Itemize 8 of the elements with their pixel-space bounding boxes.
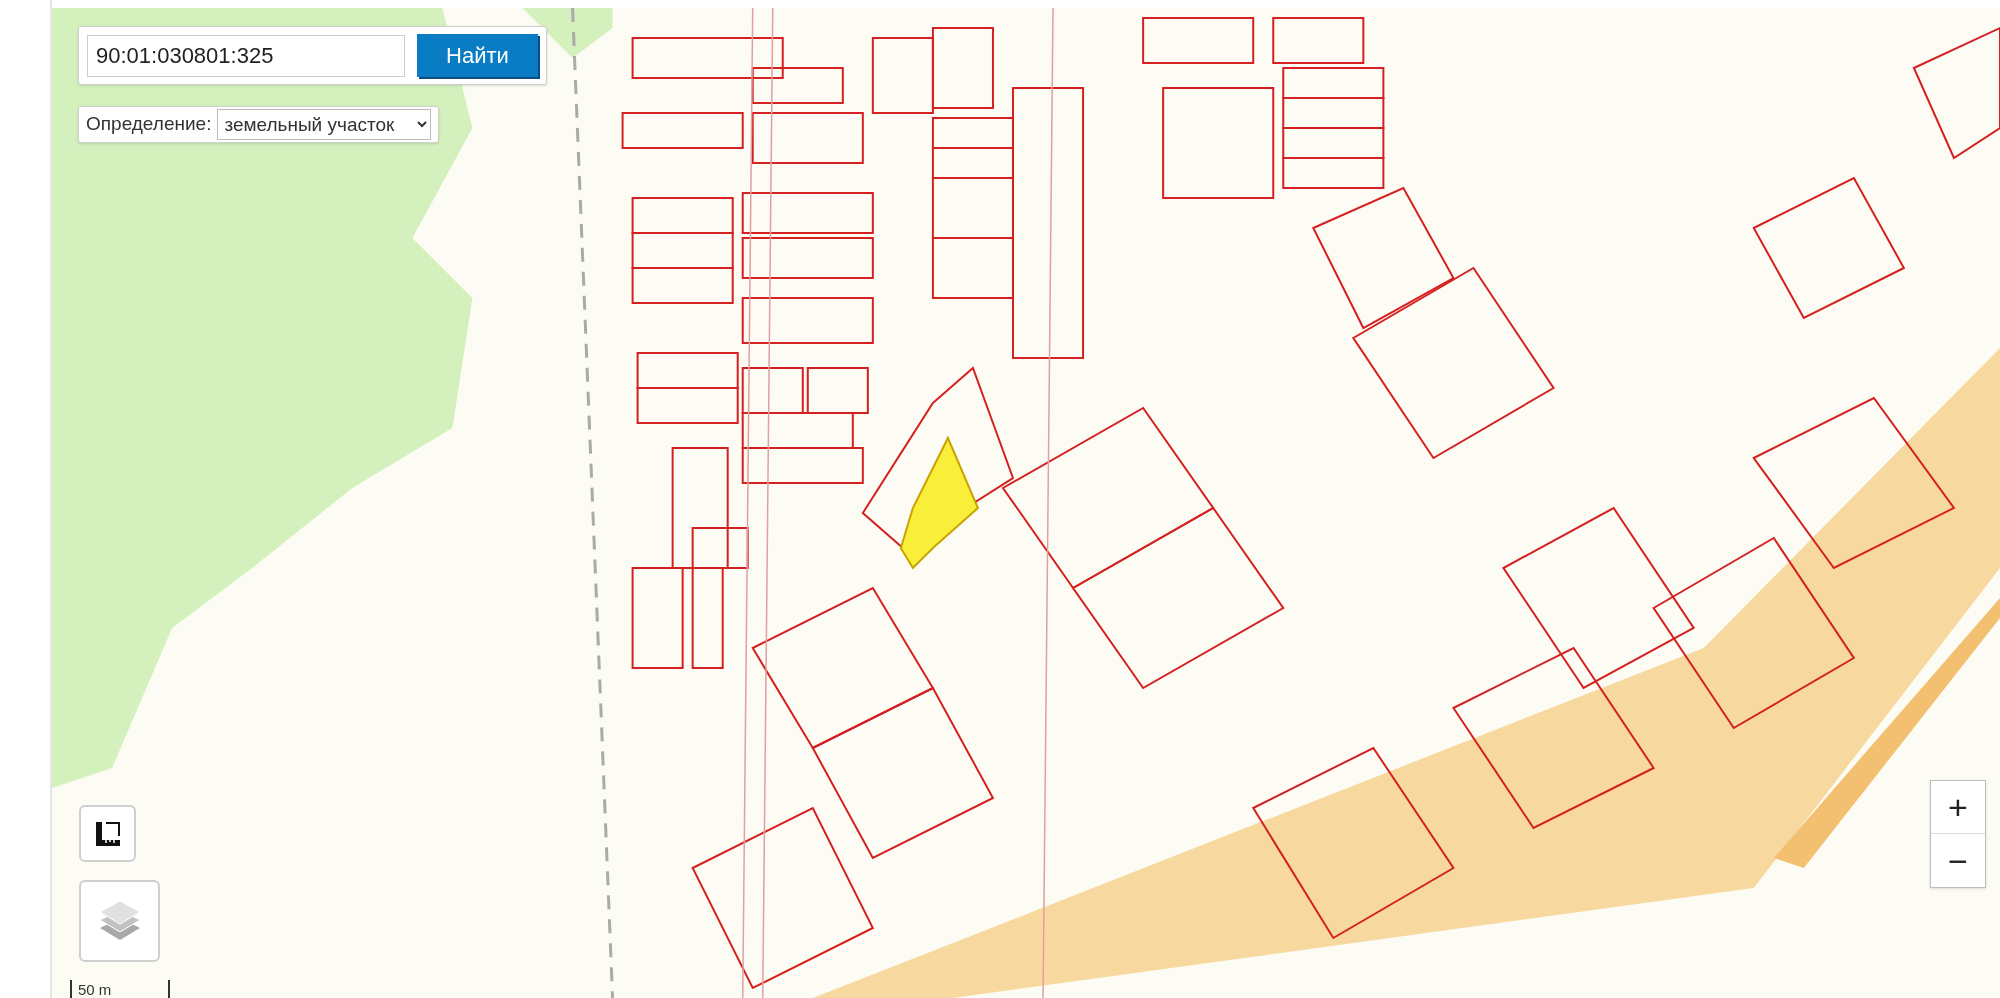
scale-label: 50 m [78,982,112,998]
measure-button[interactable] [79,805,136,862]
zoom-in-button[interactable]: + [1931,781,1985,834]
zoom-out-button[interactable]: − [1931,834,1985,887]
definition-select[interactable]: земельный участок [217,109,432,140]
definition-label: Определение: [86,112,212,137]
search-field[interactable]: 90:01:030801:325 [87,34,405,77]
search-button[interactable]: Найти [417,34,538,77]
